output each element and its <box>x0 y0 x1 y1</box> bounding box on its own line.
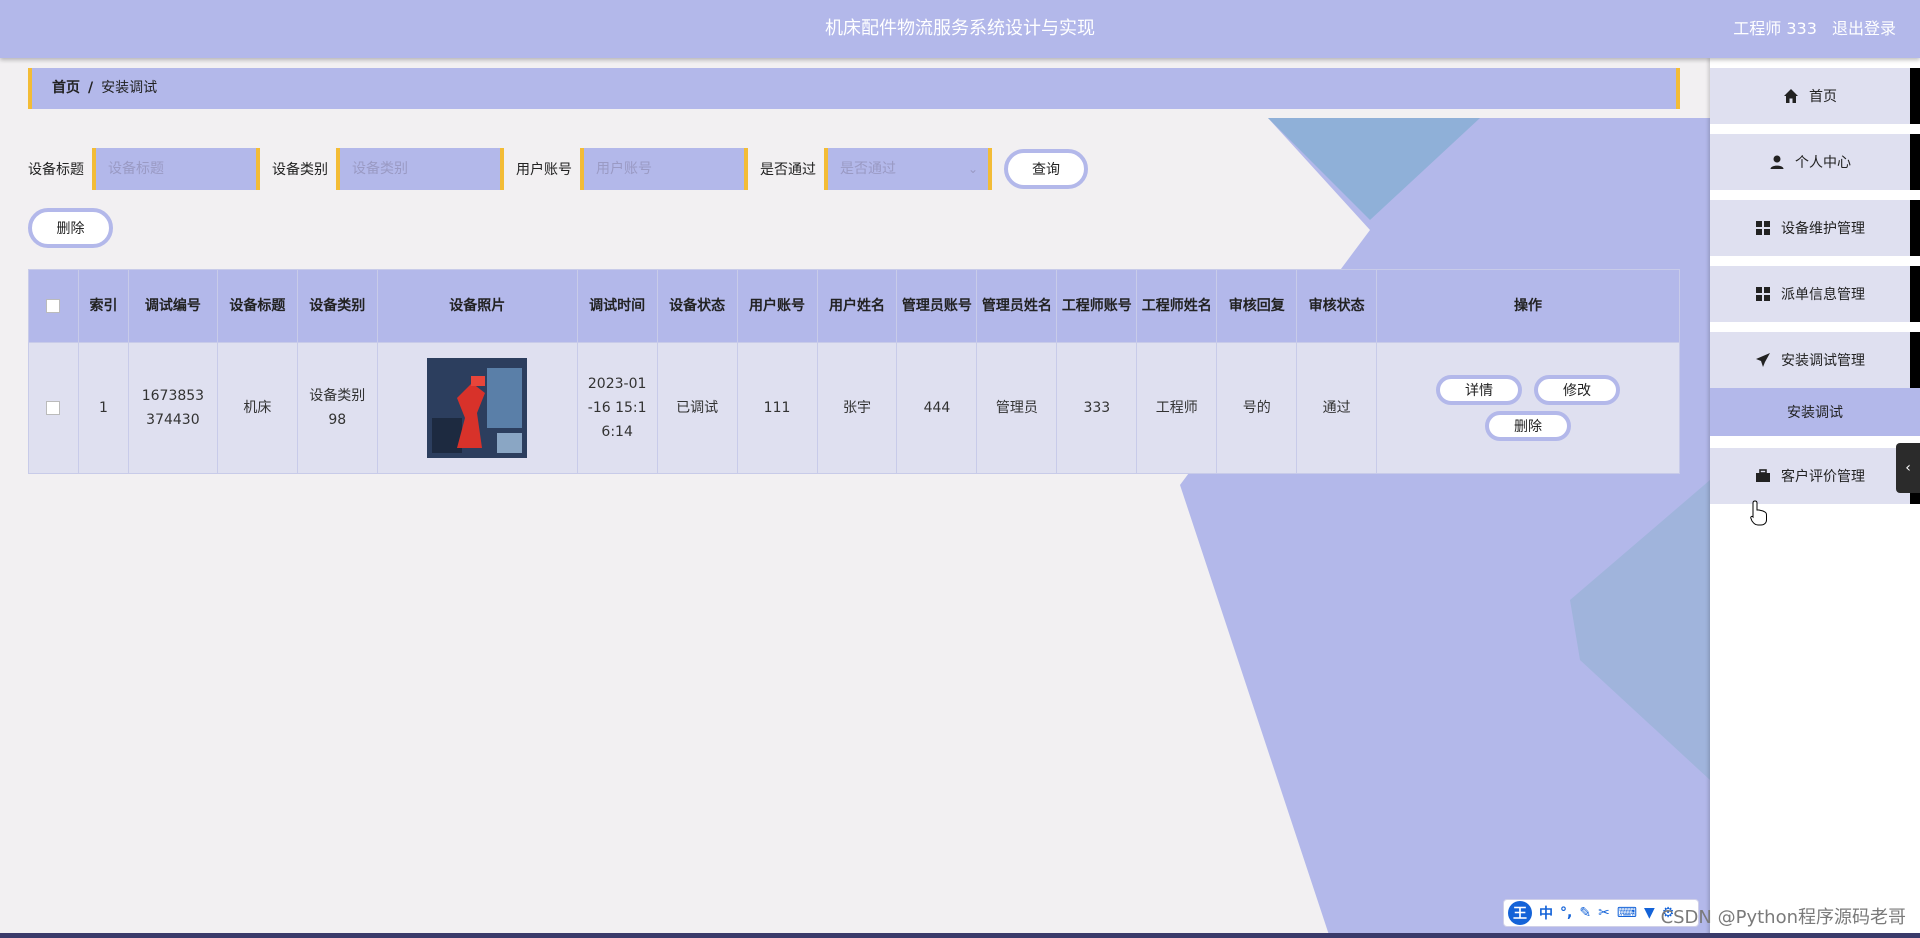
breadcrumb: 首页 / 安装调试 <box>28 68 1680 109</box>
cell-photo <box>376 342 578 474</box>
cell-review-reply: 号的 <box>1216 342 1298 474</box>
cell-operations: 详情 修改 删除 <box>1376 342 1680 474</box>
edit-button[interactable]: 修改 <box>1534 375 1621 405</box>
keyboard-icon[interactable]: ⌨ <box>1617 905 1637 921</box>
sidebar-item-label: 设备维护管理 <box>1781 221 1865 237</box>
column-header: 工程师账号 <box>1056 269 1138 343</box>
breadcrumb-home[interactable]: 首页 <box>52 80 80 96</box>
column-header: 用户姓名 <box>816 269 898 343</box>
bulk-delete-button[interactable]: 删除 <box>28 208 113 248</box>
search-label-title: 设备标题 <box>28 162 84 178</box>
passed-select-value: 是否通过 <box>840 161 896 177</box>
sidebar: 首页 个人中心 设备维护管理 派单信息管理 安装调试管理 安装调试 客户评价管理 <box>1710 58 1920 938</box>
cell-index: 1 <box>77 342 129 474</box>
column-header: 审核回复 <box>1216 269 1298 343</box>
row-checkbox[interactable] <box>46 401 61 415</box>
ime-logo-icon[interactable]: 王 <box>1508 901 1532 925</box>
punctuation-icon[interactable]: °, <box>1560 905 1572 921</box>
column-header: 调试编号 <box>127 269 218 343</box>
person-icon <box>1769 154 1785 170</box>
sidebar-collapse-button[interactable]: ‹ <box>1896 443 1920 493</box>
column-header: 用户账号 <box>736 269 818 343</box>
pen-icon[interactable]: ✎ <box>1579 905 1591 921</box>
logout-button[interactable]: 退出登录 <box>1832 19 1896 38</box>
cell-user-name: 张宇 <box>816 342 898 474</box>
watermark: CSDN @Python程序源码老哥 <box>1660 907 1906 928</box>
table-header-row: 索引 调试编号 设备标题 设备类别 设备照片 调试时间 设备状态 用户账号 用户… <box>28 269 1680 343</box>
user-area: 工程师 333 退出登录 <box>1723 0 1896 58</box>
sidebar-item-customer-review[interactable]: 客户评价管理 <box>1710 448 1920 504</box>
column-header: 审核状态 <box>1296 269 1378 343</box>
sidebar-subitem-installation-debug[interactable]: 安装调试 <box>1710 388 1920 436</box>
sidebar-item-label: 个人中心 <box>1795 155 1851 171</box>
home-icon <box>1783 88 1799 104</box>
column-header: 设备照片 <box>376 269 578 343</box>
breadcrumb-separator: / <box>88 80 94 96</box>
breadcrumb-current: 安装调试 <box>101 80 158 96</box>
sidebar-item-home[interactable]: 首页 <box>1710 68 1920 124</box>
cell-admin-account: 444 <box>896 342 978 474</box>
chevron-down-icon: ⌄ <box>967 162 978 176</box>
sidebar-item-label: 首页 <box>1809 89 1837 105</box>
select-all-checkbox[interactable] <box>46 299 61 313</box>
select-all-cell <box>28 269 79 343</box>
row-delete-button[interactable]: 删除 <box>1485 411 1572 441</box>
cell-review-status: 通过 <box>1296 342 1378 474</box>
cell-engineer-name: 工程师 <box>1136 342 1218 474</box>
bulk-actions: 删除 <box>28 208 113 248</box>
sidebar-item-label: 安装调试管理 <box>1781 353 1865 369</box>
query-button[interactable]: 查询 <box>1004 149 1088 189</box>
debug-table: 索引 调试编号 设备标题 设备类别 设备照片 调试时间 设备状态 用户账号 用户… <box>28 269 1680 474</box>
screen-bottom-edge <box>0 933 1920 938</box>
user-label: 工程师 333 <box>1733 19 1817 38</box>
column-header: 索引 <box>77 269 129 343</box>
sidebar-item-device-maintenance[interactable]: 设备维护管理 <box>1710 200 1920 256</box>
scissors-icon[interactable]: ✂ <box>1598 905 1610 921</box>
column-header: 操作 <box>1376 269 1680 343</box>
sidebar-item-dispatch[interactable]: 派单信息管理 <box>1710 266 1920 322</box>
cell-category: 设备类别98 <box>296 342 378 474</box>
search-label-account: 用户账号 <box>516 162 572 178</box>
column-header: 调试时间 <box>576 269 658 343</box>
column-header: 管理员账号 <box>896 269 978 343</box>
user-account-input[interactable]: 用户账号 <box>580 148 748 190</box>
device-title-input[interactable]: 设备标题 <box>92 148 260 190</box>
sidebar-item-label: 派单信息管理 <box>1781 287 1865 303</box>
search-label-passed: 是否通过 <box>760 162 816 178</box>
shirt-icon[interactable]: ▼ <box>1644 905 1655 921</box>
row-select-cell <box>28 342 79 474</box>
table-row: 1 1673853374430 机床 设备类别98 2023-01-16 15:… <box>28 342 1680 474</box>
sidebar-item-profile[interactable]: 个人中心 <box>1710 134 1920 190</box>
grid-icon <box>1755 286 1771 302</box>
top-bar: 机床配件物流服务系统设计与实现 工程师 333 退出登录 <box>0 0 1920 58</box>
cell-user-account: 111 <box>736 342 818 474</box>
device-photo[interactable] <box>427 358 528 458</box>
search-form: 设备标题 设备标题 设备类别 设备类别 用户账号 用户账号 是否通过 是否通过 ⌄… <box>28 148 1088 190</box>
search-label-category: 设备类别 <box>272 162 328 178</box>
cell-title: 机床 <box>216 342 298 474</box>
app-title: 机床配件物流服务系统设计与实现 <box>825 18 1095 39</box>
cell-time: 2023-01-16 15:16:14 <box>576 342 658 474</box>
briefcase-icon <box>1755 468 1771 484</box>
sidebar-item-label: 客户评价管理 <box>1781 469 1865 485</box>
cell-debug-no: 1673853374430 <box>127 342 218 474</box>
send-icon <box>1755 352 1771 368</box>
column-header: 管理员姓名 <box>976 269 1058 343</box>
cell-engineer-account: 333 <box>1056 342 1138 474</box>
cell-admin-name: 管理员 <box>976 342 1058 474</box>
detail-button[interactable]: 详情 <box>1436 375 1523 405</box>
grid-icon <box>1755 220 1771 236</box>
chevron-left-icon: ‹ <box>1905 460 1911 476</box>
column-header: 设备标题 <box>216 269 298 343</box>
column-header: 设备类别 <box>296 269 378 343</box>
hand-cursor-icon <box>1750 500 1767 526</box>
cell-status: 已调试 <box>656 342 738 474</box>
device-category-input[interactable]: 设备类别 <box>336 148 504 190</box>
column-header: 工程师姓名 <box>1136 269 1218 343</box>
column-header: 设备状态 <box>656 269 738 343</box>
ime-lang-toggle[interactable]: 中 <box>1539 903 1553 923</box>
passed-select[interactable]: 是否通过 ⌄ <box>824 148 992 190</box>
sidebar-item-installation[interactable]: 安装调试管理 <box>1710 332 1920 388</box>
